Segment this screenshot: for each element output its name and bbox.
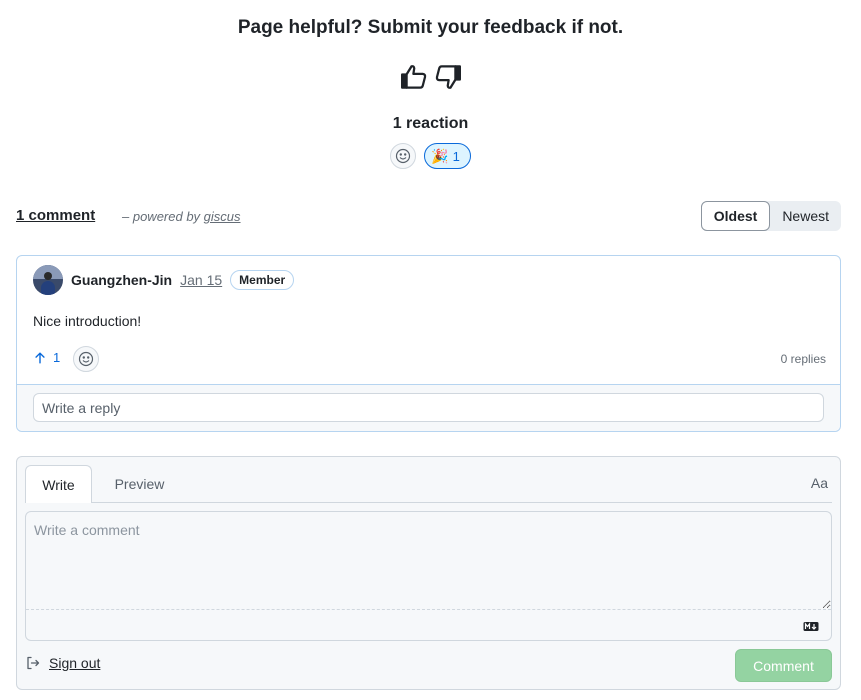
- reaction-count: 1 reaction: [392, 115, 469, 132]
- smiley-icon: [78, 351, 94, 367]
- sort-newest-button[interactable]: Newest: [770, 201, 841, 231]
- comment-actions: 1 0 replies: [33, 346, 826, 372]
- font-toggle-button[interactable]: Aa: [811, 475, 828, 491]
- upvote-button[interactable]: 1: [33, 350, 60, 365]
- sort-toggle: Oldest Newest: [700, 201, 841, 231]
- member-badge: Member: [230, 270, 295, 290]
- comment-author[interactable]: Guangzhen-Jin: [71, 272, 172, 288]
- arrow-up-icon: [35, 351, 45, 364]
- powered-by: – powered by giscus: [122, 209, 241, 224]
- sign-out-link[interactable]: Sign out: [25, 655, 100, 671]
- tada-reaction-count: 1: [452, 148, 460, 164]
- add-reaction-button[interactable]: [390, 143, 417, 169]
- comment-card: Guangzhen-Jin Jan 15 Member Nice introdu…: [16, 255, 841, 432]
- smiley-icon: [396, 148, 411, 164]
- markdown-icon: [803, 622, 819, 631]
- sort-oldest-button[interactable]: Oldest: [700, 201, 771, 231]
- reaction-row: 🎉 1: [0, 143, 861, 169]
- thumbs-down-icon[interactable]: [433, 62, 463, 92]
- tada-reaction-button[interactable]: 🎉 1: [424, 143, 471, 169]
- powered-prefix: – powered by: [122, 209, 204, 224]
- comment-box: [25, 511, 832, 641]
- upvote-count: 1: [53, 350, 61, 365]
- comment-editor: Write Preview Aa Sign out Comment: [16, 456, 841, 690]
- reply-area: [17, 384, 840, 431]
- sign-out-label: Sign out: [49, 655, 101, 671]
- comment-date[interactable]: Jan 15: [180, 272, 222, 288]
- reply-count: 0 replies: [780, 352, 826, 366]
- comment-body: Nice introduction!: [33, 313, 142, 329]
- giscus-link[interactable]: giscus: [204, 209, 241, 224]
- comment-header: Guangzhen-Jin Jan 15 Member: [33, 265, 295, 295]
- thumbs-up-icon[interactable]: [399, 62, 429, 92]
- comment-count-link[interactable]: 1 comment: [16, 207, 95, 224]
- sign-out-icon: [27, 656, 40, 670]
- comment-add-reaction-button[interactable]: [73, 346, 99, 372]
- comment-submit-button[interactable]: Comment: [735, 649, 832, 682]
- tab-preview[interactable]: Preview: [102, 465, 177, 503]
- tab-write[interactable]: Write: [25, 465, 92, 503]
- tada-icon: 🎉: [431, 148, 449, 164]
- reply-input[interactable]: [33, 393, 824, 422]
- feedback-thumbs: [0, 62, 861, 92]
- feedback-title: Page helpful? Submit your feedback if no…: [237, 17, 624, 38]
- comments-header: 1 comment – powered by giscus Oldest New…: [16, 201, 841, 231]
- avatar[interactable]: [33, 265, 63, 295]
- comment-textarea[interactable]: [26, 512, 831, 610]
